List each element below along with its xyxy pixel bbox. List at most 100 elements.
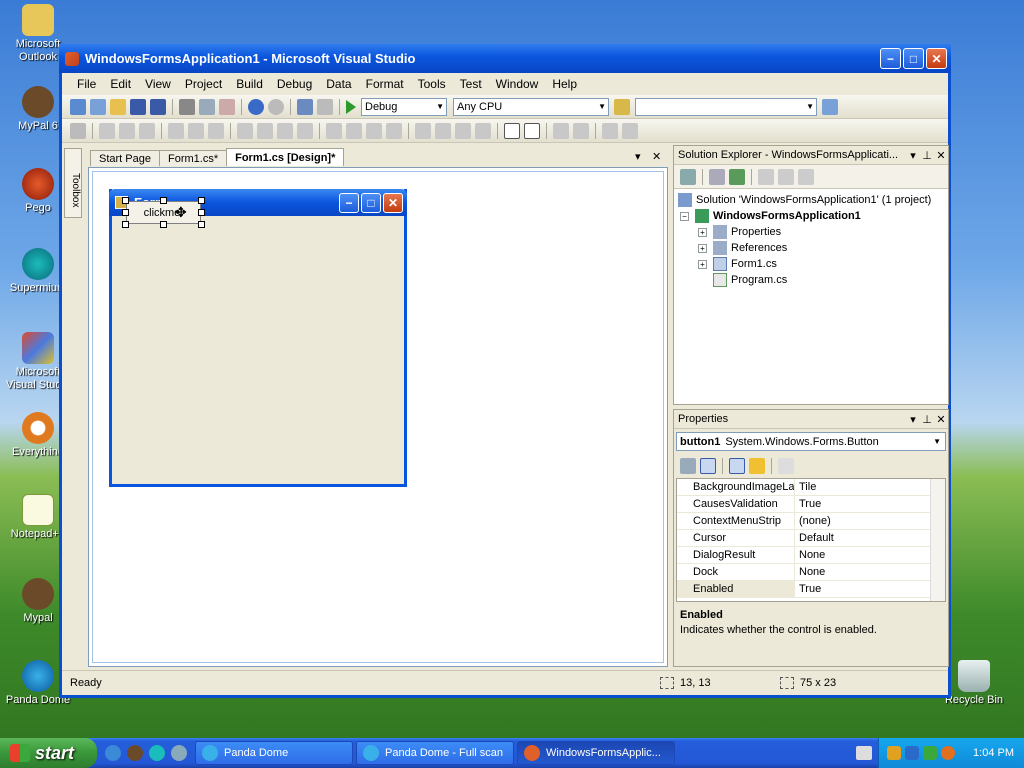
mypal-icon[interactable] — [127, 745, 143, 761]
auto-hide-pin-icon[interactable]: ⊥ — [920, 149, 934, 162]
find-in-files-icon[interactable] — [614, 98, 630, 115]
menu-window[interactable]: Window — [489, 77, 546, 91]
menu-project[interactable]: Project — [178, 77, 229, 91]
tree-item-program[interactable]: Program.cs — [678, 272, 944, 288]
resize-handle-top-left[interactable] — [122, 197, 129, 204]
save-all-icon[interactable] — [150, 98, 166, 115]
resize-handle-right[interactable] — [198, 209, 205, 216]
close-pane-icon[interactable]: ✕ — [934, 149, 948, 162]
make-same-height-icon[interactable] — [257, 122, 273, 139]
close-document-button[interactable]: ✕ — [652, 150, 661, 163]
property-row[interactable]: BackgroundImageLayout Tile — [677, 479, 945, 496]
menu-edit[interactable]: Edit — [103, 77, 138, 91]
align-to-grid-icon[interactable] — [70, 122, 86, 139]
align-middles-icon[interactable] — [188, 122, 204, 139]
make-same-width-icon[interactable] — [237, 122, 253, 139]
start-button[interactable]: start — [0, 738, 97, 768]
horizontal-spacing-increase-icon[interactable] — [346, 122, 362, 139]
tree-item-properties[interactable]: + Properties — [678, 224, 944, 240]
properties-view-icon[interactable] — [729, 458, 745, 474]
supermium-icon[interactable] — [149, 745, 165, 761]
refresh-icon[interactable] — [729, 168, 745, 185]
center-vertically-icon[interactable] — [524, 122, 540, 139]
solution-explorer-icon[interactable] — [822, 98, 838, 115]
make-same-size-icon[interactable] — [277, 122, 293, 139]
center-horizontally-icon[interactable] — [504, 122, 520, 139]
vertical-spacing-decrease-icon[interactable] — [455, 122, 471, 139]
vertical-spacing-equal-icon[interactable] — [415, 122, 431, 139]
align-tops-icon[interactable] — [168, 122, 184, 139]
find-combo[interactable]: ▼ — [635, 97, 817, 116]
toolbox-tab[interactable]: Toolbox — [64, 148, 82, 218]
solution-explorer-title-bar[interactable]: Solution Explorer - WindowsFormsApplicat… — [674, 146, 948, 165]
property-row[interactable]: Dock None — [677, 564, 945, 581]
menu-tools[interactable]: Tools — [411, 77, 453, 91]
paste-icon[interactable] — [219, 98, 235, 115]
events-lightning-icon[interactable] — [749, 458, 765, 474]
resize-handle-left[interactable] — [122, 209, 129, 216]
close-button[interactable]: ✕ — [926, 48, 947, 69]
vertical-spacing-remove-icon[interactable] — [475, 122, 491, 139]
alphabetical-icon[interactable] — [700, 458, 716, 474]
menu-test[interactable]: Test — [453, 77, 489, 91]
close-pane-icon[interactable]: ✕ — [934, 413, 948, 426]
internet-explorer-icon[interactable] — [105, 745, 121, 761]
tab-start-page[interactable]: Start Page — [90, 150, 160, 166]
tree-item-project[interactable]: − WindowsFormsApplication1 — [678, 208, 944, 224]
pane-dropdown-icon[interactable]: ▾ — [906, 413, 920, 426]
property-row-selected[interactable]: Enabled True — [677, 581, 945, 598]
redo-icon[interactable] — [268, 98, 284, 115]
tab-form1-cs[interactable]: Form1.cs* — [158, 150, 228, 166]
lock-controls-icon[interactable] — [622, 122, 638, 139]
property-row[interactable]: ContextMenuStrip (none) — [677, 513, 945, 530]
horizontal-spacing-decrease-icon[interactable] — [366, 122, 382, 139]
maximize-button[interactable]: □ — [903, 48, 924, 69]
resize-handle-bottom-left[interactable] — [122, 221, 129, 228]
pane-dropdown-icon[interactable]: ▾ — [906, 149, 920, 162]
tree-item-form1[interactable]: + Form1.cs — [678, 256, 944, 272]
tray-security-icon[interactable] — [923, 746, 937, 760]
undo-icon[interactable] — [248, 98, 264, 115]
property-value[interactable]: (none) — [795, 513, 945, 530]
send-to-back-icon[interactable] — [573, 122, 589, 139]
menu-format[interactable]: Format — [359, 77, 411, 91]
tray-search-icon[interactable] — [941, 746, 955, 760]
taskbar-item-panda-dome[interactable]: Panda Dome — [195, 741, 353, 765]
window-titlebar[interactable]: WindowsFormsApplication1 - Microsoft Vis… — [59, 44, 951, 73]
property-value[interactable]: True — [795, 496, 945, 513]
collapse-icon[interactable]: − — [680, 211, 689, 221]
vertical-spacing-increase-icon[interactable] — [435, 122, 451, 139]
property-row[interactable]: CausesValidation True — [677, 496, 945, 513]
navigate-forward-icon[interactable] — [317, 98, 333, 115]
property-value[interactable]: Tile — [795, 479, 945, 496]
view-code-icon[interactable] — [758, 168, 774, 185]
active-files-dropdown[interactable]: ▾ — [635, 150, 641, 163]
resize-handle-top[interactable] — [160, 197, 167, 204]
bring-to-front-icon[interactable] — [553, 122, 569, 139]
new-project-icon[interactable] — [70, 98, 86, 115]
menu-debug[interactable]: Debug — [270, 77, 319, 91]
tab-form1-design[interactable]: Form1.cs [Design]* — [226, 148, 345, 166]
taskbar-item-panda-dome-scan[interactable]: Panda Dome - Full scan — [356, 741, 514, 765]
form-designer-surface[interactable]: Form − □ ✕ clickme! ✥ — [88, 167, 668, 667]
size-to-grid-icon[interactable] — [297, 122, 313, 139]
categorized-icon[interactable] — [680, 458, 696, 474]
resize-handle-top-right[interactable] — [198, 197, 205, 204]
expand-icon[interactable]: + — [698, 227, 707, 237]
minimize-button[interactable]: − — [880, 48, 901, 69]
menu-data[interactable]: Data — [319, 77, 358, 91]
resize-handle-bottom[interactable] — [160, 221, 167, 228]
media-player-icon[interactable] — [171, 745, 187, 761]
copy-icon[interactable] — [199, 98, 215, 115]
solution-configuration-select[interactable]: Debug ▼ — [361, 97, 447, 116]
property-grid-scrollbar[interactable] — [930, 479, 945, 601]
horizontal-spacing-equal-icon[interactable] — [326, 122, 342, 139]
properties-title-bar[interactable]: Properties ▾ ⊥ ✕ — [674, 410, 948, 429]
align-rights-icon[interactable] — [139, 122, 155, 139]
navigate-backward-icon[interactable] — [297, 98, 313, 115]
property-value[interactable]: True — [795, 581, 945, 598]
menu-view[interactable]: View — [138, 77, 178, 91]
clock[interactable]: 1:04 PM — [973, 747, 1014, 759]
tray-app-icon[interactable] — [887, 746, 901, 760]
horizontal-spacing-remove-icon[interactable] — [386, 122, 402, 139]
